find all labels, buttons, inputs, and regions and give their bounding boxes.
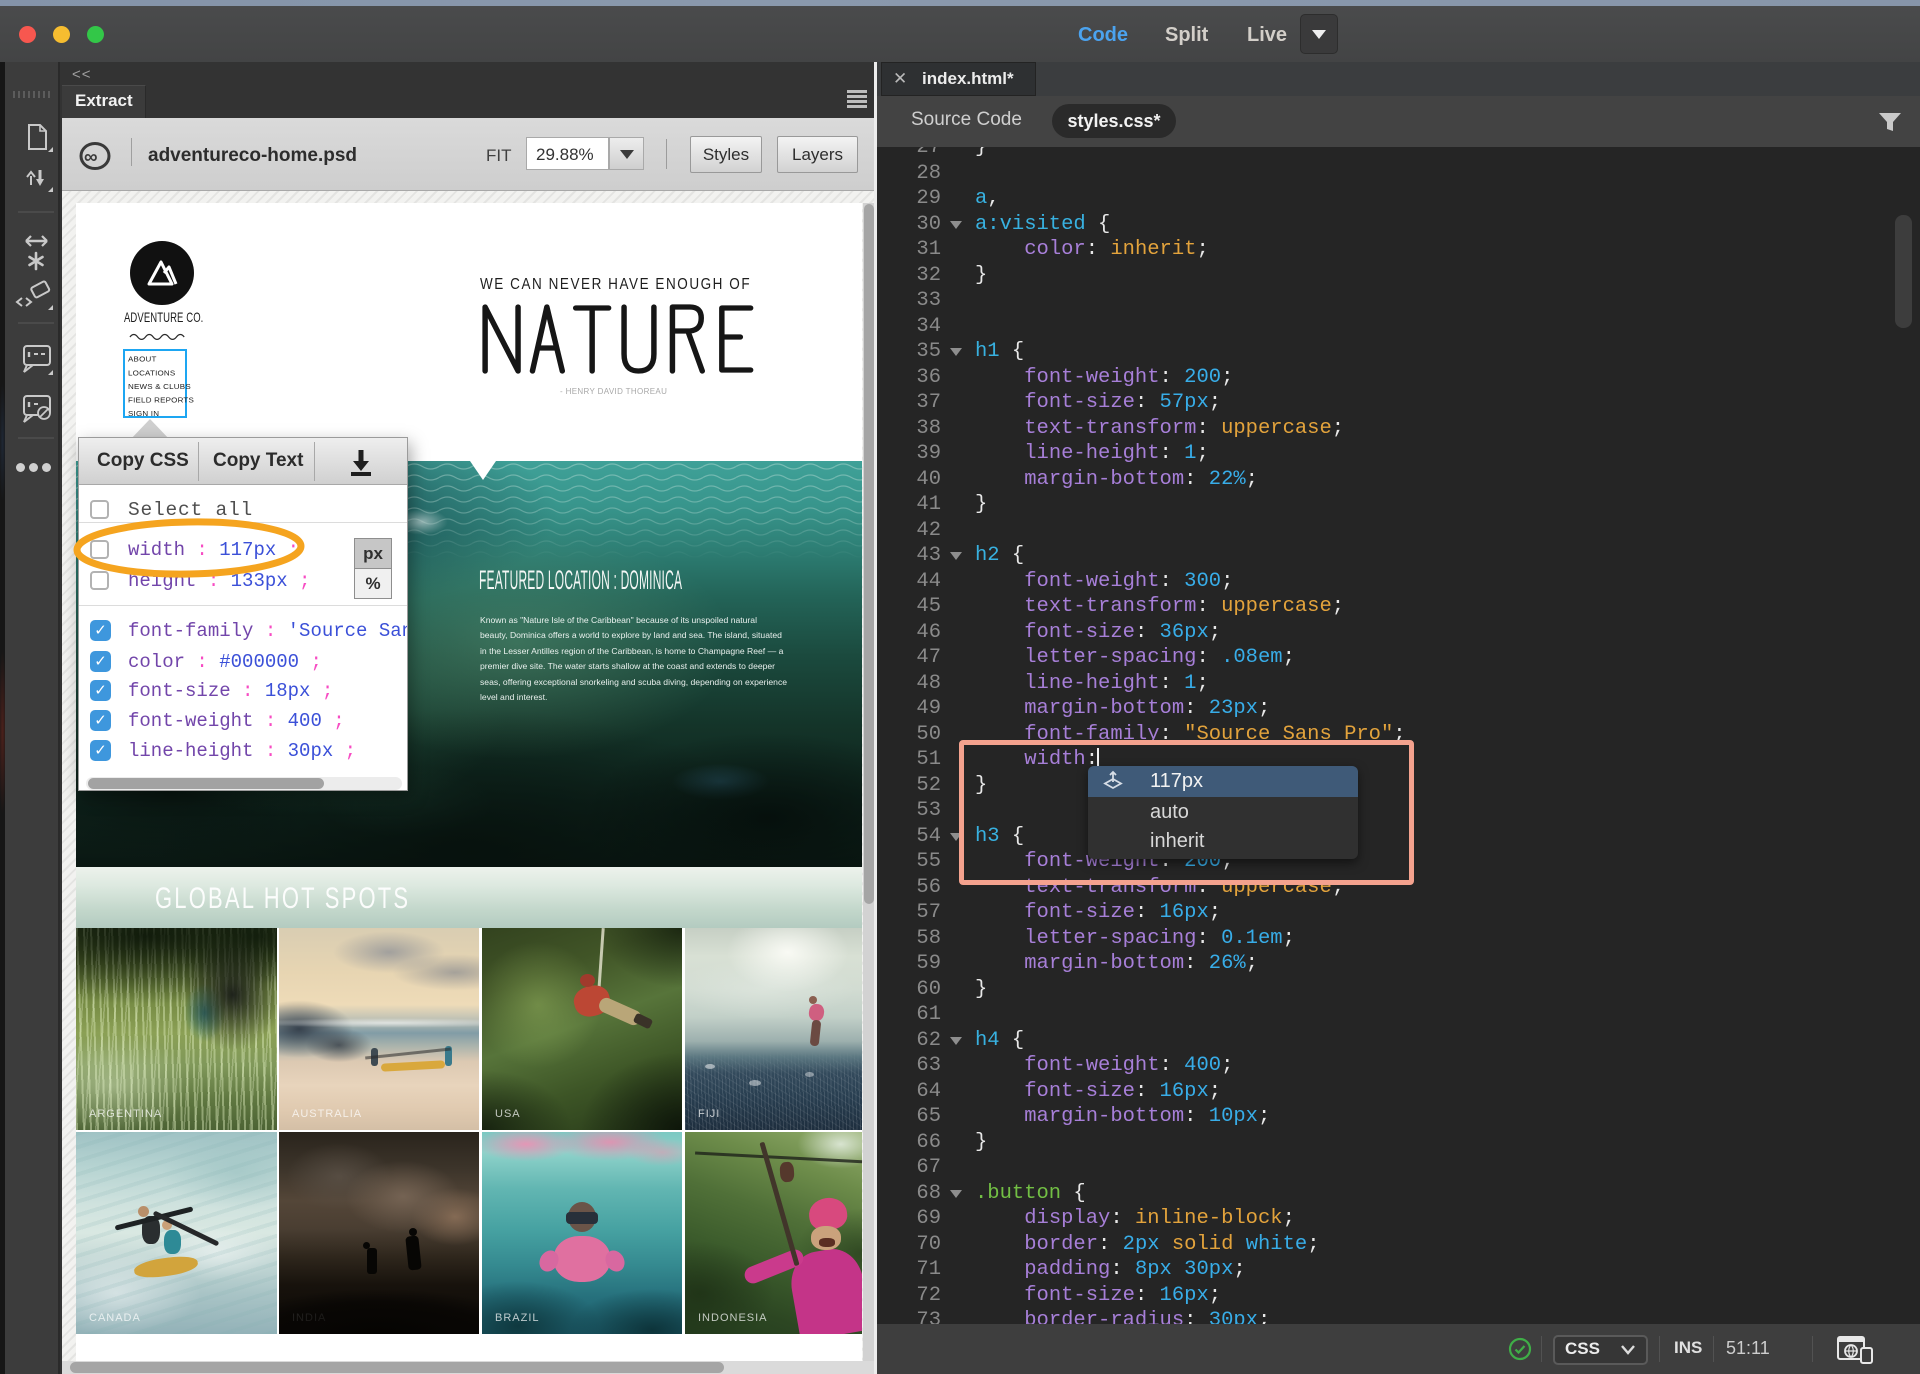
svg-text:∞: ∞ xyxy=(84,147,98,168)
